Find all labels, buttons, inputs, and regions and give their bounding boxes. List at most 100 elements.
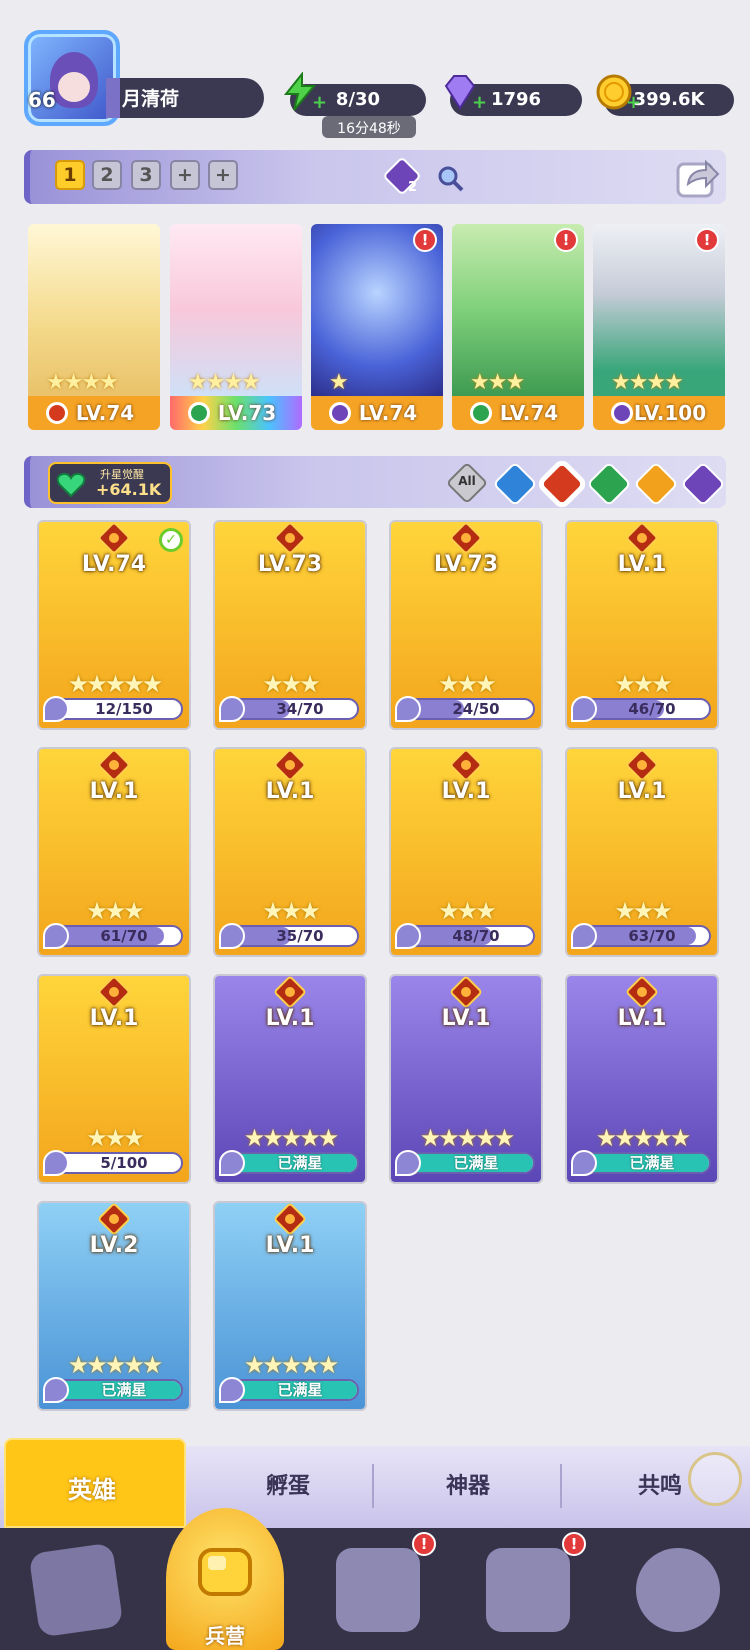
shard-progress-bar: 已满星: [219, 1377, 359, 1403]
shard-progress-bar: 已满星: [395, 1150, 535, 1176]
shard-progress-bar: 63/70: [571, 923, 711, 949]
hero-card[interactable]: LV.73 ★★★ 34/70: [213, 520, 367, 730]
energy-timer: 16分48秒: [322, 116, 416, 138]
hero-level: LV.1: [265, 1233, 315, 1258]
hero-stars: ★★★★★: [67, 1351, 164, 1379]
moon-element-icon: [329, 402, 351, 424]
star-awaken-button[interactable]: 升星觉醒 +64.1K: [48, 462, 172, 504]
hero-stars: ★: [329, 370, 349, 395]
hero-level: LV.2: [89, 1233, 139, 1258]
heart-icon: [56, 472, 86, 498]
hero-level: LV.1: [441, 779, 491, 804]
team-hero-card[interactable]: ★★★★ LV.74: [28, 224, 160, 430]
shard-progress-bar: 34/70: [219, 696, 359, 722]
player-name[interactable]: 月清荷: [106, 78, 264, 118]
team-hero-card[interactable]: ★★★ LV.74 !: [452, 224, 584, 430]
team-slot-1[interactable]: 1: [55, 160, 85, 190]
alert-badge: !: [695, 228, 719, 252]
tab-artifact[interactable]: 神器: [408, 1468, 528, 1500]
shard-icon: [395, 923, 421, 949]
tab-heroes-label: 英雄: [68, 1476, 116, 1504]
shard-icon: [43, 696, 69, 722]
cards-nav-icon[interactable]: [28, 1542, 124, 1638]
guild-nav-icon[interactable]: [636, 1548, 720, 1632]
share-icon[interactable]: [676, 156, 720, 198]
shard-icon: [395, 696, 421, 722]
alert-badge: !: [413, 228, 437, 252]
hero-card[interactable]: LV.1 ★★★★★ 已满星: [565, 974, 719, 1184]
shard-icon: [43, 1150, 69, 1176]
hero-card[interactable]: LV.1 ★★★ 61/70: [37, 747, 191, 957]
hero-card[interactable]: LV.1 ★★★★★ 已满星: [213, 974, 367, 1184]
hero-level: LV.1: [617, 552, 667, 577]
book-nav-icon[interactable]: [336, 1548, 420, 1632]
shop-nav-icon[interactable]: [486, 1548, 570, 1632]
hero-stars: ★★★★: [46, 370, 119, 395]
hero-stars: ★★★★★: [243, 1351, 340, 1379]
add-gems-icon[interactable]: +: [472, 94, 487, 112]
shard-icon: [395, 1150, 421, 1176]
shard-icon: [219, 1377, 245, 1403]
hero-card[interactable]: LV.1 ★★★ 63/70: [565, 747, 719, 957]
hero-level: LV.1: [617, 779, 667, 804]
hero-stars: ★★★: [438, 670, 497, 698]
player-level: 66: [28, 88, 56, 112]
hero-card[interactable]: LV.1 ★★★ 35/70: [213, 747, 367, 957]
hero-stars: ★★★★★: [243, 1124, 340, 1152]
hero-card[interactable]: LV.1 ★★★★★ 已满星: [389, 974, 543, 1184]
shard-progress-bar: 已满星: [571, 1150, 711, 1176]
wind-element-icon: [470, 402, 492, 424]
hero-stars: ★★★: [614, 897, 673, 925]
hero-card[interactable]: LV.1 ★★★★★ 已满星: [213, 1201, 367, 1411]
hero-card[interactable]: ✓ LV.74 ★★★★★ 12/150: [37, 520, 191, 730]
team-slot-2[interactable]: 2: [92, 160, 122, 190]
hero-level: LV.1: [617, 1006, 667, 1031]
hero-card[interactable]: LV.1 ★★★ 46/70: [565, 520, 719, 730]
team-hero-card[interactable]: ★ LV.74 !: [311, 224, 443, 430]
team-slot-3[interactable]: 3: [131, 160, 161, 190]
moon-badge-count: 2: [408, 180, 418, 195]
hero-stars: ★★★★★: [67, 670, 164, 698]
moon-element-icon: [611, 402, 633, 424]
shard-icon: [571, 923, 597, 949]
energy-value: 8/30: [335, 89, 381, 110]
search-icon[interactable]: [436, 164, 466, 194]
gold-counter[interactable]: + 399.6K: [596, 74, 734, 116]
hero-card[interactable]: LV.2 ★★★★★ 已满星: [37, 1201, 191, 1411]
hero-level: LV.74: [81, 552, 147, 577]
shard-icon: [43, 1377, 69, 1403]
shard-progress-bar: 12/150: [43, 696, 183, 722]
barracks-nav-button[interactable]: 兵营: [166, 1508, 284, 1650]
add-team-slot-button[interactable]: +: [208, 160, 238, 190]
team-hero-card[interactable]: ★★★★ LV.100 !: [593, 224, 725, 430]
team-hero-card[interactable]: ★★★★ LV.73: [170, 224, 302, 430]
gems-value: 1796: [490, 89, 542, 110]
check-icon: ✓: [159, 528, 183, 552]
hero-level: LV.1: [265, 1006, 315, 1031]
hero-card[interactable]: LV.1 ★★★ 48/70: [389, 747, 543, 957]
shard-progress-bar: 61/70: [43, 923, 183, 949]
gold-value: 399.6K: [633, 89, 705, 110]
resonance-ring-icon: [688, 1452, 742, 1506]
shard-icon: [219, 1150, 245, 1176]
energy-counter[interactable]: + 8/30: [283, 72, 426, 116]
shard-icon: [219, 923, 245, 949]
add-gold-icon[interactable]: +: [626, 94, 641, 112]
add-team-slot-button[interactable]: +: [170, 160, 200, 190]
team-selector-bar: [24, 150, 726, 204]
wind-element-icon: [188, 402, 210, 424]
hero-stars: ★★★★★: [419, 1124, 516, 1152]
shard-progress-bar: 35/70: [219, 923, 359, 949]
tab-hatch[interactable]: 孵蛋: [228, 1468, 348, 1500]
hero-card[interactable]: LV.73 ★★★ 24/50: [389, 520, 543, 730]
gems-counter[interactable]: + 1796: [444, 75, 582, 116]
shard-progress-bar: 48/70: [395, 923, 535, 949]
add-energy-icon[interactable]: +: [312, 94, 327, 112]
hero-level: LV.73: [433, 552, 499, 577]
hero-stars: ★★★★: [188, 370, 261, 395]
hero-level: LV.1: [265, 779, 315, 804]
hero-stars: ★★★: [86, 897, 145, 925]
barracks-nav-label: 兵营: [205, 1624, 245, 1648]
hero-card[interactable]: LV.1 ★★★ 5/100: [37, 974, 191, 1184]
hero-level: LV.1: [89, 1006, 139, 1031]
